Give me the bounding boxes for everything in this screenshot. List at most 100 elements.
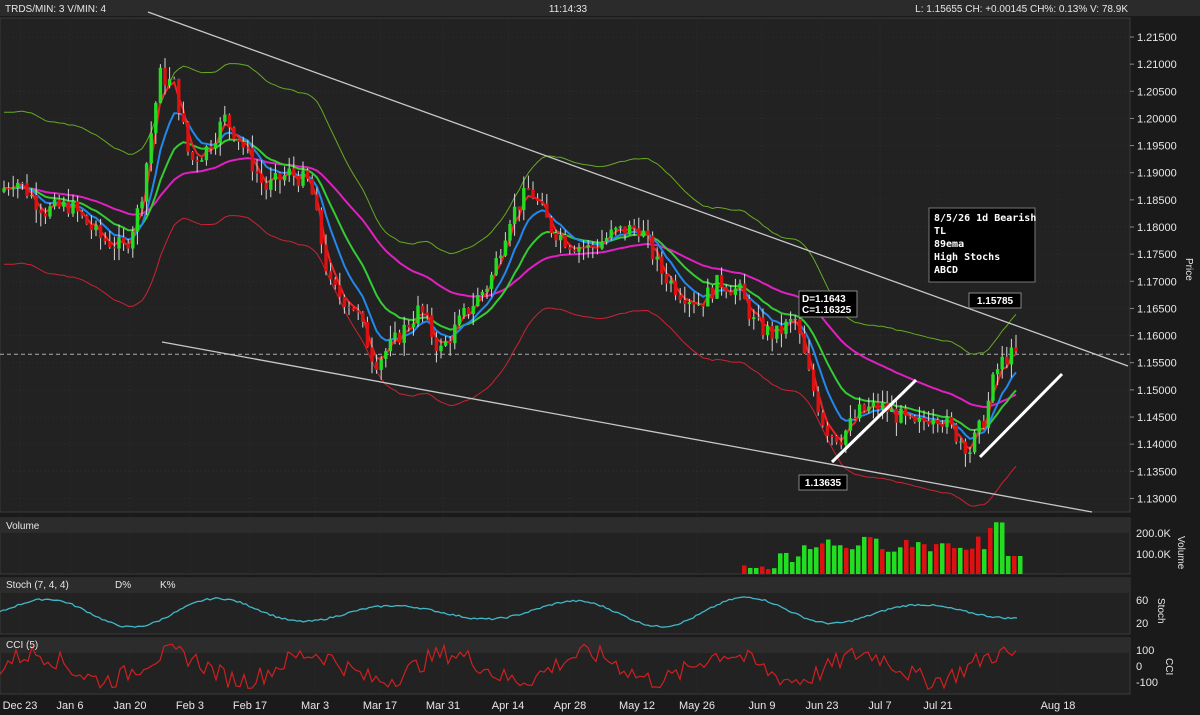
candle-up	[917, 417, 922, 423]
candle-down	[328, 271, 333, 280]
candle-up	[62, 201, 66, 207]
candle-up	[627, 224, 632, 235]
candle-down	[540, 200, 544, 204]
candle-up	[600, 241, 604, 249]
candle-up	[775, 325, 779, 339]
candle-up	[784, 321, 788, 334]
candle-down	[186, 122, 190, 152]
volume-bar	[940, 543, 945, 574]
candle-down	[692, 302, 696, 305]
candle-down	[1005, 356, 1009, 365]
candle-down	[264, 183, 268, 190]
volume-bar	[964, 549, 969, 574]
candle-down	[333, 279, 337, 285]
candle-up	[609, 229, 613, 238]
volume-bar	[988, 528, 993, 574]
candle-up	[287, 168, 291, 176]
candle-up	[52, 199, 57, 207]
candle-down	[963, 441, 968, 455]
volume-bar	[790, 561, 795, 574]
volume-tick-label: 200.0K	[1136, 528, 1172, 540]
price-tick-label: 1.15500	[1137, 358, 1177, 370]
candle-up	[696, 304, 701, 306]
candle-down	[420, 305, 425, 313]
candle-up	[788, 318, 793, 322]
candle-down	[57, 199, 61, 207]
date-tick-label: Mar 3	[301, 700, 329, 712]
volume-bar	[850, 549, 855, 574]
candle-up	[213, 143, 218, 149]
candle-down	[816, 391, 820, 413]
candle-down	[839, 442, 843, 445]
date-tick-label: Jan 20	[113, 700, 146, 712]
candle-down	[338, 284, 342, 297]
candle-down	[650, 235, 655, 260]
candle-down	[724, 287, 728, 292]
candle-down	[75, 201, 80, 212]
cci-tick-label: 0	[1136, 661, 1142, 673]
candle-up	[149, 133, 153, 164]
candle-up	[512, 206, 517, 224]
date-tick-label: Mar 17	[363, 700, 397, 712]
candle-down	[80, 211, 84, 216]
candle-up	[844, 430, 848, 445]
cci-tick-label: 100	[1136, 645, 1154, 657]
volume-bar	[976, 536, 981, 574]
candle-down	[241, 141, 245, 148]
candle-down	[853, 418, 857, 420]
candle-up	[848, 418, 853, 431]
price-tick-label: 1.14500	[1137, 412, 1177, 424]
candle-up	[986, 400, 991, 428]
candle-up	[476, 295, 480, 307]
candle-down	[172, 78, 176, 80]
candle-up	[489, 274, 494, 289]
candle-up	[384, 351, 388, 359]
date-tick-label: Aug 18	[1041, 700, 1076, 712]
candle-down	[729, 291, 733, 295]
candle-up	[494, 258, 498, 275]
volume-bar	[892, 551, 897, 574]
candle-up	[959, 441, 963, 443]
candle-down	[894, 408, 899, 423]
candle-up	[687, 302, 692, 305]
date-tick-label: May 12	[619, 700, 655, 712]
volume-bar	[1006, 556, 1011, 574]
price-axis-title: Price	[1183, 258, 1194, 281]
volume-bar	[742, 565, 747, 574]
volume-bar	[784, 552, 789, 574]
price-tick-label: 1.17000	[1137, 276, 1177, 288]
volume-bar	[838, 545, 843, 574]
candle-up	[499, 255, 503, 259]
candle-up	[11, 187, 15, 189]
volume-bar	[832, 545, 837, 574]
candle-down	[39, 209, 43, 214]
annotation-line-4: High Stochs	[934, 251, 1000, 263]
candle-up	[503, 240, 508, 256]
stoch-tick-label: 60	[1136, 595, 1148, 607]
volume-tick-label: 100.0K	[1136, 549, 1172, 561]
candle-up	[604, 237, 609, 242]
volume-bar	[778, 553, 783, 574]
volume-bar	[844, 547, 849, 574]
candle-up	[218, 121, 222, 144]
candle-down	[259, 173, 264, 184]
volume-title: Volume	[6, 521, 40, 532]
candle-up	[140, 201, 144, 209]
candle-down	[949, 416, 954, 425]
candle-up	[522, 188, 526, 210]
candle-up	[29, 195, 34, 197]
candle-up	[154, 102, 158, 134]
candle-down	[646, 230, 650, 236]
candle-down	[581, 247, 586, 249]
candle-down	[292, 168, 296, 176]
candle-down	[448, 341, 452, 344]
candle-up	[968, 452, 972, 455]
candle-down	[126, 243, 130, 249]
candle-up	[890, 408, 894, 413]
annotation-line-3: 89ema	[934, 239, 964, 250]
candle-down	[1014, 347, 1018, 352]
candle-down	[278, 172, 282, 181]
header-time: 11:14:33	[549, 4, 588, 15]
date-tick-label: Jul 7	[868, 700, 891, 712]
header-right: L: 1.15655 CH: +0.00145 CH%: 0.13% V: 78…	[915, 4, 1128, 15]
